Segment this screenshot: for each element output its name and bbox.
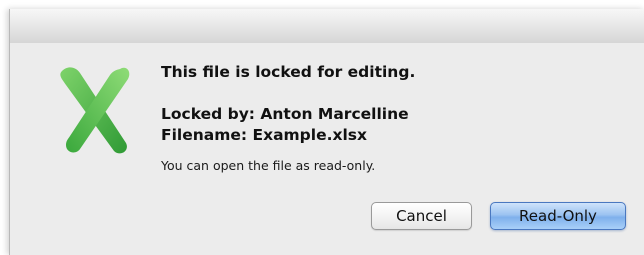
read-only-button[interactable]: Read-Only [490, 202, 626, 230]
excel-x-icon [60, 67, 130, 154]
info-text: You can open the file as read-only. [161, 158, 376, 173]
dialog-content: This file is locked for editing. Locked … [161, 62, 635, 174]
locked-file-dialog: This file is locked for editing. Locked … [9, 9, 644, 255]
filename-text: Filename: Example.xlsx [161, 126, 368, 144]
dialog-headline: This file is locked for editing. [161, 63, 416, 81]
cancel-button[interactable]: Cancel [371, 202, 472, 230]
lock-details: Locked by: Anton Marcelline Filename: Ex… [161, 104, 635, 146]
locked-by-text: Locked by: Anton Marcelline [161, 105, 409, 123]
dialog-title-bar [10, 9, 644, 43]
